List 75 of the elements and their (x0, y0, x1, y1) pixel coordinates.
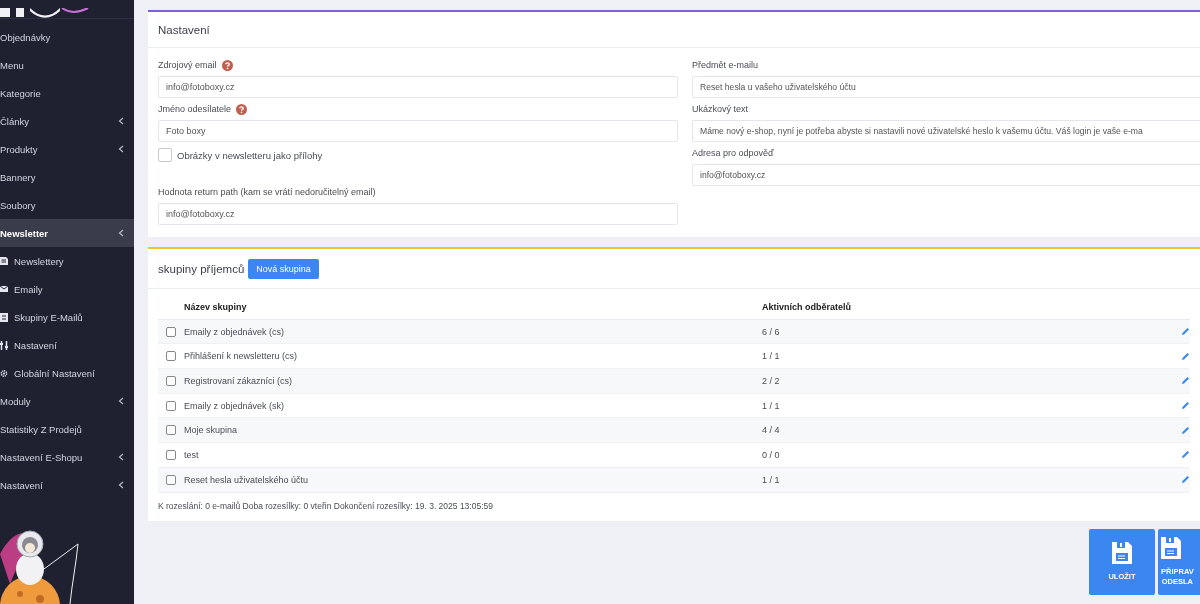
input-field[interactable]: Máme nový e-shop, nyní je potřeba abyste si nastavili nové uživatelské heslo k vašemu účtu. Váš login je vaše e-ma (692, 120, 1200, 142)
sidebar-item[interactable]: Newsletter (0, 219, 134, 247)
column-header: Název skupiny (184, 301, 248, 312)
input-field[interactable]: info@fotoboxy.cz (158, 76, 678, 98)
row-checkbox[interactable] (166, 326, 176, 337)
chevron-icon (118, 229, 124, 237)
table-cell-text: Emaily z objednávek (sk) (184, 400, 286, 411)
field-label: Hodnota return path (kam se vrátí nedoručitelný email) (158, 187, 376, 197)
field-label: Zdrojový email (158, 60, 217, 70)
sidebar-item[interactable]: Bannery (0, 163, 134, 191)
new-group-button[interactable]: Nová skupina (248, 258, 319, 279)
table-cell-text: Přihlášení k newsletteru (cs) (184, 351, 299, 362)
sidebar-item[interactable]: Menu (0, 51, 134, 79)
sidebar-subitem[interactable]: Emaily (0, 275, 134, 303)
table-cell-text: 4 / 4 (762, 425, 781, 436)
checkbox-label: Obrázky v newsletteru jako přílohy (177, 149, 323, 161)
mailing-status-text: K rozeslání: 0 e-mailů Doba rozesílky: 0 vteřin Dokončení rozesílky: 19. 3. 2025 13:05:59 (157, 499, 494, 513)
sidebar-item[interactable]: Moduly (0, 387, 134, 415)
table-cell-text: 0 / 0 (762, 449, 781, 460)
chevron-icon (118, 481, 124, 489)
row-checkbox[interactable] (166, 400, 176, 411)
table-cell-text: Emaily z objednávek (cs) (184, 326, 286, 337)
field-label: Ukázkový text (692, 104, 749, 114)
edit-icon[interactable] (1181, 450, 1190, 460)
card-title: Nastavení (158, 23, 210, 36)
table-cell-text: 1 / 1 (762, 474, 781, 485)
table-cell-text: 6 / 6 (762, 326, 781, 337)
edit-icon[interactable] (1181, 425, 1190, 435)
column-header: Aktivních odběratelů (762, 301, 852, 312)
table-cell-text: Reset hesla uživatelského účtu (184, 474, 310, 485)
chevron-icon (118, 145, 124, 153)
chevron-icon (118, 453, 124, 461)
help-icon[interactable] (236, 103, 248, 115)
checkbox[interactable] (158, 148, 172, 162)
field-label: Jméno odesílatele (158, 104, 232, 114)
row-checkbox[interactable] (166, 474, 176, 485)
table-cell-text: test (184, 449, 200, 460)
row-checkbox[interactable] (166, 375, 176, 386)
table-cell-text: Moje skupina (184, 425, 239, 436)
sidebar-subitem[interactable]: Skupiny E-Mailů (0, 303, 134, 331)
table-cell-text: 2 / 2 (762, 375, 781, 386)
edit-icon[interactable] (1181, 351, 1190, 361)
card-title: skupiny příjemců (158, 262, 245, 275)
settings-icon (0, 368, 8, 378)
sidebar-item[interactable]: Produkty (0, 135, 134, 163)
field-label: Předmět e-mailu (692, 60, 759, 70)
input-field[interactable]: info@fotoboxy.cz (692, 164, 1200, 186)
row-checkbox[interactable] (166, 351, 176, 362)
help-icon[interactable] (221, 59, 233, 71)
sidebar-item[interactable]: Soubory (0, 191, 134, 219)
table-cell-text: 1 / 1 (762, 400, 781, 411)
edit-icon[interactable] (1181, 376, 1190, 386)
table-cell-text: Registrovaní zákazníci (cs) (184, 375, 294, 386)
table-cell-text: 1 / 1 (762, 351, 781, 362)
sidebar-item[interactable]: Nastavení (0, 471, 134, 499)
chevron-icon (118, 397, 124, 405)
sidebar-subitem[interactable]: Newslettery (0, 247, 134, 275)
edit-icon[interactable] (1181, 327, 1190, 337)
sidebar-item[interactable]: Objednávky (0, 23, 134, 51)
row-checkbox[interactable] (166, 425, 176, 436)
sidebar-subitem[interactable]: Globální Nastavení (0, 359, 134, 387)
sidebar-subitem[interactable]: Nastavení (0, 331, 134, 359)
sliders-icon (0, 340, 8, 350)
sidebar-item[interactable]: Články (0, 107, 134, 135)
field-label: Adresa pro odpověď (692, 148, 774, 158)
chevron-icon (118, 117, 124, 125)
input-field[interactable]: Reset hesla u vašeho uživatelského účtu (692, 76, 1200, 98)
input-field[interactable]: Foto boxy (158, 120, 678, 142)
edit-icon[interactable] (1181, 401, 1190, 411)
row-checkbox[interactable] (166, 449, 176, 460)
sidebar-item[interactable]: Nastavení E-Shopu (0, 443, 134, 471)
sidebar-item[interactable]: Kategorie (0, 79, 134, 107)
input-field[interactable]: info@fotoboxy.cz (158, 203, 678, 225)
edit-icon[interactable] (1181, 475, 1190, 485)
sidebar-item[interactable]: Statistiky Z Prodejů (0, 415, 134, 443)
